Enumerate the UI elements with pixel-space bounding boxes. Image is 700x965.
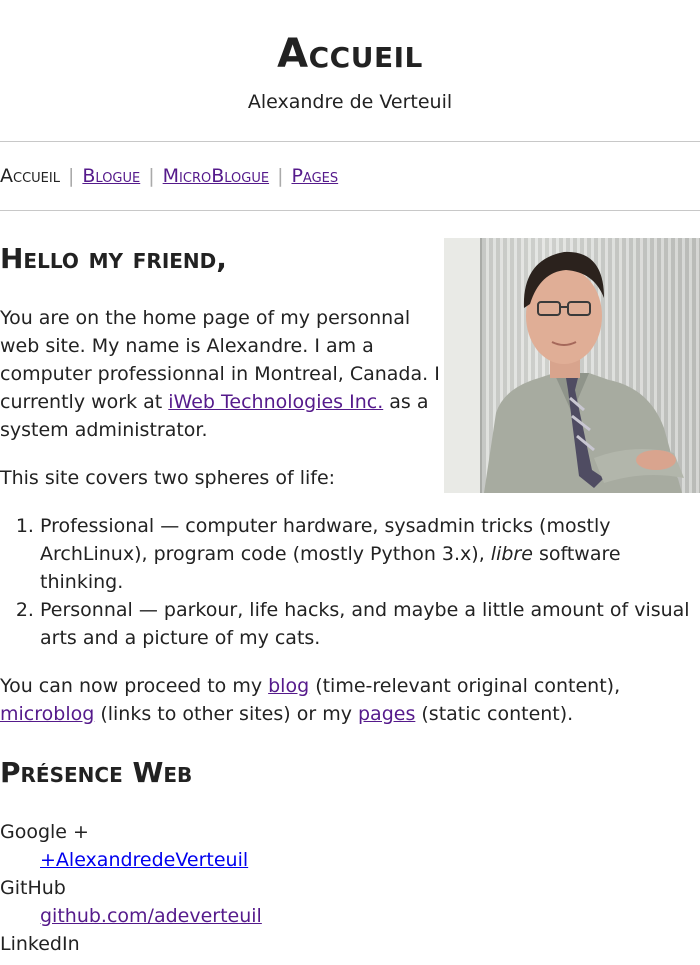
libre-emphasis: libre bbox=[490, 543, 533, 565]
blog-link[interactable]: blog bbox=[268, 675, 309, 697]
google-plus-link[interactable]: +AlexandredeVerteuil bbox=[40, 849, 248, 871]
portrait-photo bbox=[444, 238, 700, 493]
nav-item-accueil: Accueil bbox=[0, 165, 60, 187]
employer-link[interactable]: iWeb Technologies Inc. bbox=[168, 391, 383, 413]
nav-separator: | bbox=[67, 165, 75, 187]
microblog-link[interactable]: microblog bbox=[0, 703, 94, 725]
proceed-text-b: (time-relevant original content), bbox=[309, 675, 621, 697]
nav-item-microblogue[interactable]: MicroBlogue bbox=[163, 165, 269, 187]
pages-link[interactable]: pages bbox=[358, 703, 415, 725]
service-google-plus: Google + bbox=[0, 821, 89, 843]
list-item: github.com/adeverteuil bbox=[40, 902, 700, 930]
site-subtitle: Alexandre de Verteuil bbox=[247, 91, 453, 113]
presence-list: Google + +AlexandredeVerteuil GitHub git… bbox=[0, 818, 700, 958]
nav-item-pages[interactable]: Pages bbox=[291, 165, 338, 187]
proceed-text-a: You can now proceed to my bbox=[0, 675, 269, 697]
site-header: Accueil Alexandre de Verteuil bbox=[0, 0, 700, 142]
main-nav: Accueil | Blogue | MicroBlogue | Pages bbox=[0, 142, 700, 211]
spheres-list: Professional — computer hardware, sysadm… bbox=[0, 512, 700, 652]
github-link[interactable]: github.com/adeverteuil bbox=[40, 905, 262, 927]
nav-separator: | bbox=[148, 165, 155, 187]
nav-item-blogue[interactable]: Blogue bbox=[82, 165, 140, 187]
proceed-text-c: (links to other sites) or my bbox=[94, 703, 358, 725]
intro-paragraph: You are on the home page of my personnal… bbox=[0, 304, 444, 444]
site-title: Accueil bbox=[277, 31, 423, 77]
proceed-paragraph: You can now proceed to my blog (time-rel… bbox=[0, 672, 700, 728]
service-linkedin: LinkedIn bbox=[0, 933, 80, 955]
list-item: Professional — computer hardware, sysadm… bbox=[40, 512, 700, 596]
nav-separator: | bbox=[277, 165, 284, 187]
service-github: GitHub bbox=[0, 877, 66, 899]
list-item: Personnal — parkour, life hacks, and may… bbox=[40, 596, 700, 652]
main-content: Hello my friend, You are on the home pag… bbox=[0, 211, 700, 958]
proceed-text-d: (static content). bbox=[415, 703, 574, 725]
list-item: +AlexandredeVerteuil bbox=[40, 846, 700, 874]
presence-heading: Présence Web bbox=[0, 756, 193, 789]
person-icon bbox=[484, 251, 684, 493]
